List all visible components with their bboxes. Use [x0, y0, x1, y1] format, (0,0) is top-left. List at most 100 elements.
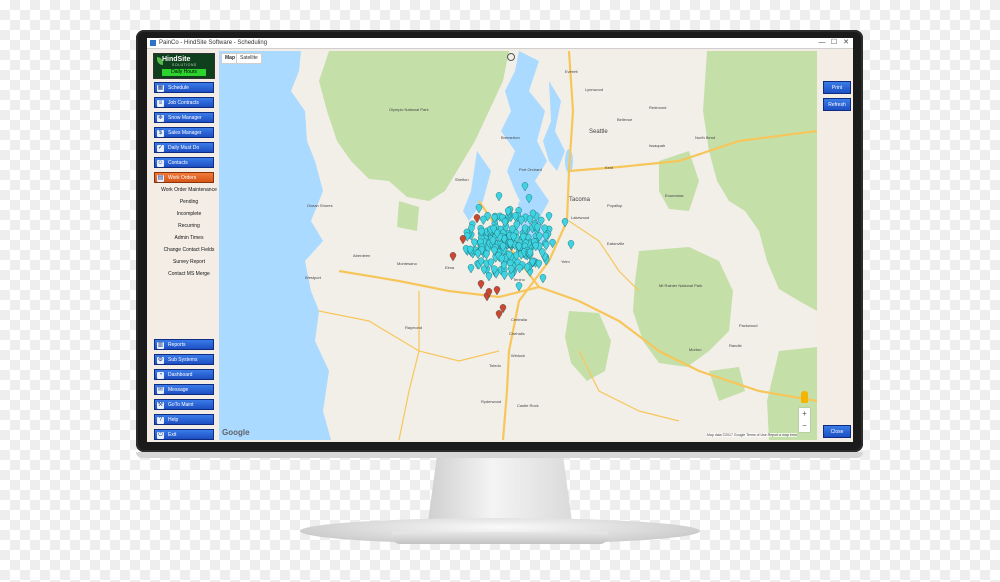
- dollar-icon: $: [157, 129, 164, 137]
- nav-label: Job Contracts: [168, 100, 199, 106]
- calendar-icon: ▦: [157, 84, 164, 92]
- zoom-in-button[interactable]: +: [799, 408, 810, 420]
- print-button[interactable]: Print: [823, 81, 851, 94]
- submenu-item-incomplete[interactable]: Incomplete: [159, 209, 219, 220]
- contacts-icon: ☺: [157, 159, 164, 167]
- refresh-button[interactable]: Refresh: [823, 98, 851, 111]
- map-label: Ryderwood: [481, 399, 501, 404]
- nav-label: GoTo Maint: [168, 402, 194, 408]
- map-label: Shelton: [455, 177, 469, 182]
- submenu-item-contact-ms-merge[interactable]: Contact MS Merge: [159, 269, 219, 280]
- subsystems-icon: ⚙: [157, 356, 164, 364]
- submenu-item-change-contact-fields[interactable]: Change Contact Fields: [159, 245, 219, 256]
- close-window-button[interactable]: ✕: [841, 38, 851, 48]
- maximize-button[interactable]: ☐: [829, 38, 839, 48]
- nav-label: Contacts: [168, 160, 188, 166]
- logo-brand: HindSite: [162, 56, 191, 63]
- sidebar-dashboard-button[interactable]: ◔ Dashboard: [154, 369, 214, 380]
- sidebar-message-button[interactable]: ✉ Message: [154, 384, 214, 395]
- tab-satellite[interactable]: Satellite: [236, 53, 262, 64]
- nav-label: Dashboard: [168, 372, 193, 378]
- sidebar-schedule-button[interactable]: ▦ Schedule: [154, 82, 214, 93]
- daily-hours-badge[interactable]: Daily Hours: [162, 69, 206, 76]
- map-label: Aberdeen: [353, 253, 370, 258]
- map-label: Enumclaw: [665, 193, 684, 198]
- map-label: Castle Rock: [517, 403, 539, 408]
- reports-icon: ▥: [157, 341, 164, 349]
- nav-label: Schedule: [168, 85, 189, 91]
- sidebar: HindSite SOLUTIONS Daily Hours ▦ Schedule…: [149, 51, 219, 440]
- map-label: Winlock: [511, 353, 525, 358]
- sidebar-help-button[interactable]: ? Help: [154, 414, 214, 425]
- monitor-chin: [136, 452, 863, 458]
- map-label: Kent: [605, 165, 614, 170]
- minimize-button[interactable]: —: [817, 38, 827, 48]
- google-logo: Google: [222, 428, 250, 437]
- submenu-item-survey-report[interactable]: Survey Report: [159, 257, 219, 268]
- map-canvas: Seattle Bellevue Redmond Kent Tacoma Lakewood…: [219, 51, 817, 440]
- map-label: Everett: [565, 69, 579, 74]
- map-view[interactable]: Seattle Bellevue Redmond Kent Tacoma Lakewood…: [219, 51, 817, 440]
- sidebar-job-contracts-button[interactable]: ≡ Job Contracts: [154, 97, 214, 108]
- map-label: Bellevue: [617, 117, 633, 122]
- sidebar-exit-button[interactable]: ⏻ Exit: [154, 429, 214, 440]
- map-label: Toledo: [489, 363, 502, 368]
- map-label: Puyallup: [607, 203, 623, 208]
- maintenance-icon: ⚒: [157, 401, 164, 409]
- logo-subtitle: SOLUTIONS: [172, 63, 197, 67]
- sidebar-work-orders-button[interactable]: ▤ Work Orders: [154, 172, 214, 183]
- checklist-icon: ✓: [157, 144, 164, 152]
- close-button[interactable]: Close: [823, 425, 851, 438]
- map-label: Packwood: [739, 323, 757, 328]
- monitor-stand-neck: [428, 458, 572, 522]
- monitor-stand-front: [392, 532, 608, 544]
- dashboard-icon: ◔: [157, 371, 164, 379]
- exit-icon: ⏻: [157, 431, 164, 439]
- sidebar-daily-must-do-button[interactable]: ✓ Daily Must Do: [154, 142, 214, 153]
- title-bar: PainCo - HindSite Software - Scheduling …: [147, 38, 853, 49]
- sidebar-goto-maint-button[interactable]: ⚒ GoTo Maint: [154, 399, 214, 410]
- map-label: Yelm: [561, 259, 570, 264]
- map-label: Montesano: [397, 261, 418, 266]
- map-label: Lynnwood: [585, 87, 603, 92]
- map-label: Mt Rainier National Park: [659, 283, 702, 288]
- app-window: PainCo - HindSite Software - Scheduling …: [147, 38, 853, 442]
- map-label: Seattle: [589, 129, 608, 135]
- submenu-item-recurring[interactable]: Recurring: [159, 221, 219, 232]
- nav-label: Exit: [168, 432, 177, 438]
- snow-icon: ❄: [157, 114, 164, 122]
- nav-label: Sub Systems: [168, 357, 198, 363]
- sidebar-sub-systems-button[interactable]: ⚙ Sub Systems: [154, 354, 214, 365]
- nav-label: Daily Must Do: [168, 145, 200, 151]
- fullscreen-icon[interactable]: [507, 53, 515, 61]
- zoom-control: + −: [799, 408, 810, 432]
- map-label: Centralia: [511, 317, 528, 322]
- submenu-item-work-order-maintenance[interactable]: Work Order Maintenance: [159, 185, 219, 196]
- map-attribution[interactable]: Map data ©2017 Google Terms of Use Repor…: [707, 433, 798, 437]
- nav-label: Message: [168, 387, 189, 393]
- map-label: Bremerton: [501, 135, 520, 140]
- nav-label: Snow Manager: [168, 115, 202, 121]
- zoom-out-button[interactable]: −: [799, 420, 810, 432]
- map-label: Eatonville: [607, 241, 625, 246]
- map-label: Olympic National Park: [389, 107, 429, 112]
- map-label: Westport: [305, 275, 322, 280]
- sidebar-sales-manager-button[interactable]: $ Sales Manager: [154, 127, 214, 138]
- map-label: Raymond: [405, 325, 422, 330]
- pegman-icon[interactable]: [801, 391, 808, 403]
- submenu-item-admin-times[interactable]: Admin Times: [159, 233, 219, 244]
- sidebar-reports-button[interactable]: ▥ Reports: [154, 339, 214, 350]
- map-label: Port Orchard: [519, 167, 542, 172]
- message-icon: ✉: [157, 386, 164, 394]
- app-icon: [150, 40, 156, 46]
- nav-label: Help: [168, 417, 179, 423]
- sidebar-contacts-button[interactable]: ☺ Contacts: [154, 157, 214, 168]
- map-label: Redmond: [649, 105, 666, 110]
- nav-label: Sales Manager: [168, 130, 202, 136]
- map-label: Issaquah: [649, 143, 665, 148]
- submenu-item-pending[interactable]: Pending: [159, 197, 219, 208]
- map-label: Randle: [729, 343, 742, 348]
- map-label: Lakewood: [571, 215, 589, 220]
- map-label: Tenino: [513, 277, 526, 282]
- sidebar-snow-manager-button[interactable]: ❄ Snow Manager: [154, 112, 214, 123]
